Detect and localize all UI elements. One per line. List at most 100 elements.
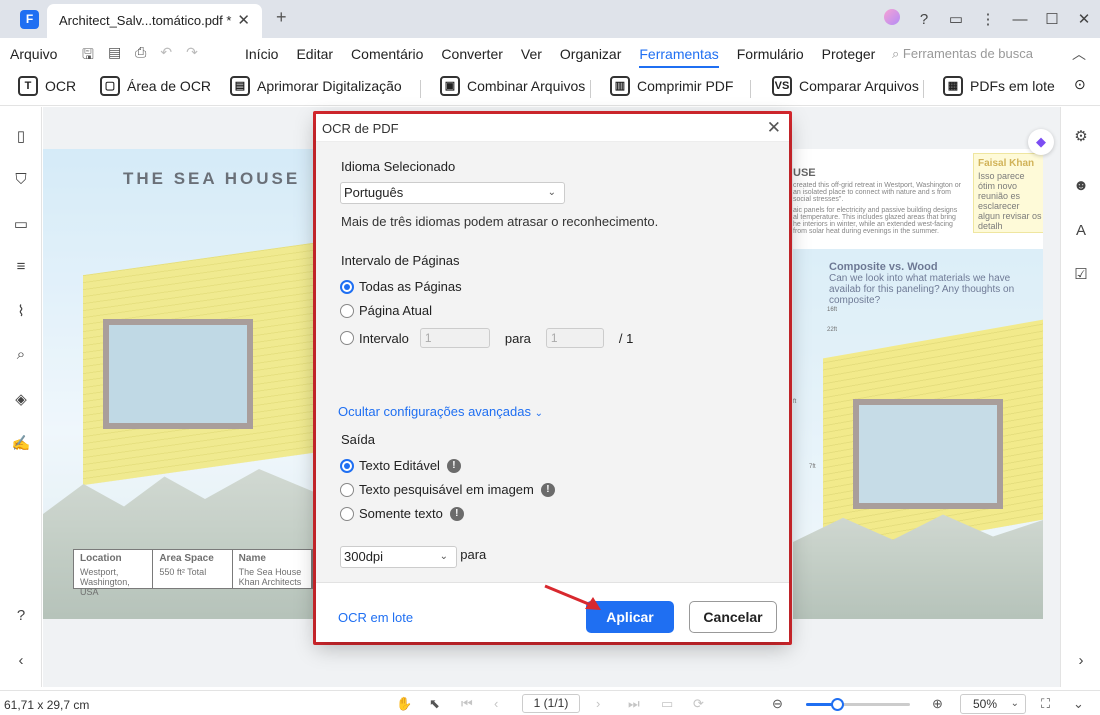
attachment-icon[interactable]: ⌇ (11, 302, 31, 322)
tools-search-input[interactable]: ⌕ Ferramentas de busca (892, 46, 1033, 62)
ai-assistant-icon[interactable]: ◆ (1028, 129, 1054, 155)
menu-tab-2[interactable]: Comentário (351, 46, 423, 68)
layers-icon[interactable]: ◈ (11, 390, 31, 410)
prev-page-icon[interactable]: ‹ (494, 696, 498, 711)
language-select[interactable]: Português ⌄ (340, 182, 565, 204)
print-preview-icon[interactable]: ▤ (108, 44, 121, 68)
more-tools-icon[interactable]: ⊙ (1074, 76, 1086, 93)
page-thumbnail-icon[interactable]: ▯ (11, 127, 31, 147)
print-icon[interactable]: ⎙ (135, 44, 146, 68)
dialog-title: OCR de PDF (322, 121, 399, 136)
help-circle-icon[interactable]: ? (11, 607, 31, 627)
menu-tab-5[interactable]: Organizar (560, 46, 621, 68)
user-avatar-icon[interactable] (876, 9, 908, 29)
redo-icon[interactable]: ↷ (186, 44, 198, 68)
menu-file[interactable]: Arquivo (10, 46, 57, 62)
menu-tab-1[interactable]: Editar (296, 46, 333, 68)
tool-compress[interactable]: ▥ Comprimir PDF (610, 76, 733, 96)
help-icon[interactable]: ? (908, 11, 940, 28)
translate-icon[interactable]: A (1071, 222, 1091, 242)
tool-scanner[interactable]: ▤ Aprimorar Digitalização (230, 76, 402, 96)
menu-tab-7[interactable]: Formulário (737, 46, 804, 68)
save-icon[interactable]: 🖫 (82, 44, 94, 68)
expand-right-icon[interactable]: › (1071, 652, 1091, 672)
info-icon[interactable]: ! (449, 506, 464, 521)
page-number-input[interactable]: 1 (1/1) (522, 694, 580, 713)
language-select-value: Português (344, 185, 404, 200)
menu-tab-4[interactable]: Ver (521, 46, 542, 68)
radio-button[interactable] (340, 303, 354, 318)
range-to-input[interactable]: 1 (545, 328, 604, 348)
tool-label: OCR (45, 78, 77, 94)
resolution-select[interactable]: 300dpi ⌄ (340, 546, 457, 568)
fit-page-icon[interactable]: ▭ (661, 696, 673, 712)
tool-label: PDFs em lote (970, 78, 1055, 94)
radio-button[interactable] (340, 482, 354, 497)
minimize-icon[interactable]: — (1004, 11, 1036, 28)
select-tool-icon[interactable]: ⬉ (429, 696, 440, 712)
tool-ocr-area[interactable]: ▢ Área de OCR (100, 76, 211, 96)
more-options-icon[interactable]: ⋮ (972, 10, 1004, 28)
feedback-icon[interactable]: ▭ (940, 10, 972, 28)
zoom-in-icon[interactable]: ⊕ (932, 696, 943, 712)
radio-current-page[interactable]: Página Atual (340, 303, 432, 318)
tool-ocr[interactable]: T OCR (18, 76, 76, 96)
properties-sliders-icon[interactable]: ⚙ (1071, 127, 1091, 147)
zoom-slider-handle[interactable] (831, 698, 845, 711)
menu-tab-6[interactable]: Ferramentas (639, 46, 719, 68)
collapse-ribbon-icon[interactable]: ︿ (1072, 44, 1086, 64)
bookmark-icon[interactable]: ⛉ (11, 171, 31, 191)
radio-editable-text[interactable]: Texto Editável ! (340, 458, 461, 473)
radio-page-range[interactable]: Intervalo 1 para 1 / 1 (340, 328, 633, 348)
document-tab[interactable]: Architect_Salv...tomático.pdf * ✕ (47, 4, 262, 38)
radio-all-pages[interactable]: Todas as Páginas (340, 279, 462, 294)
radio-button-selected[interactable] (340, 458, 354, 473)
layers-list-icon[interactable]: ≡ (11, 258, 31, 278)
radio-button[interactable] (340, 506, 354, 521)
collapse-left-icon[interactable]: ‹ (11, 652, 31, 672)
menu-tab-3[interactable]: Converter (441, 46, 502, 68)
title-bar: F Architect_Salv...tomático.pdf * ✕ + ? … (0, 0, 1100, 38)
comment-icon[interactable]: ▭ (11, 215, 31, 235)
zoom-level-select[interactable]: 50% ⌄ (960, 694, 1026, 714)
cancel-button[interactable]: Cancelar (689, 601, 777, 633)
app-logo-icon: F (20, 10, 39, 29)
rotate-icon[interactable]: ⟳ (693, 696, 704, 712)
radio-text-only[interactable]: Somente texto ! (340, 506, 464, 521)
language-hint: Mais de três idiomas podem atrasar o rec… (341, 214, 659, 229)
fullscreen-icon[interactable]: ⛶ (1041, 696, 1050, 712)
undo-icon[interactable]: ↶ (160, 44, 172, 68)
close-window-icon[interactable]: ✕ (1068, 10, 1100, 28)
checklist-icon[interactable]: ☑ (1071, 265, 1091, 285)
scroll-down-icon[interactable]: ⌄ (1073, 696, 1084, 712)
tool-compare-files[interactable]: VS Comparar Arquivos (772, 76, 919, 96)
menu-tab-8[interactable]: Proteger (822, 46, 876, 68)
hand-tool-icon[interactable]: ✋ (396, 696, 412, 712)
zoom-slider[interactable] (806, 698, 910, 711)
new-tab-icon[interactable]: + (276, 7, 287, 28)
last-page-icon[interactable]: ⏭ (628, 696, 640, 712)
radio-button-selected[interactable] (340, 279, 354, 294)
chevron-down-icon: ⌄ (534, 408, 543, 419)
zoom-level-value: 50% (973, 697, 998, 711)
batch-ocr-link[interactable]: OCR em lote (338, 610, 413, 625)
ai-robot-icon[interactable]: ☻ (1071, 177, 1091, 197)
close-tab-icon[interactable]: ✕ (237, 11, 250, 29)
menu-tab-0[interactable]: Início (245, 46, 278, 68)
tool-batch-pdf[interactable]: ▦ PDFs em lote (943, 76, 1055, 96)
dialog-close-icon[interactable]: ✕ (767, 118, 781, 138)
toggle-advanced-settings-link[interactable]: Ocultar configurações avançadas ⌄ (338, 404, 543, 419)
info-icon[interactable]: ! (540, 482, 555, 497)
tool-combine-files[interactable]: ▣ Combinar Arquivos (440, 76, 585, 96)
signature-icon[interactable]: ✍ (11, 434, 31, 454)
first-page-icon[interactable]: ⏮ (461, 696, 473, 712)
tool-label: Combinar Arquivos (467, 78, 586, 94)
radio-searchable-image[interactable]: Texto pesquisável em imagem ! (340, 482, 555, 497)
zoom-out-icon[interactable]: ⊖ (772, 696, 783, 712)
range-from-input[interactable]: 1 (419, 328, 490, 348)
next-page-icon[interactable]: › (596, 696, 600, 711)
radio-button[interactable] (340, 331, 354, 345)
search-icon[interactable]: ⌕ (11, 346, 31, 366)
info-icon[interactable]: ! (446, 458, 461, 473)
maximize-icon[interactable]: ☐ (1036, 10, 1068, 28)
